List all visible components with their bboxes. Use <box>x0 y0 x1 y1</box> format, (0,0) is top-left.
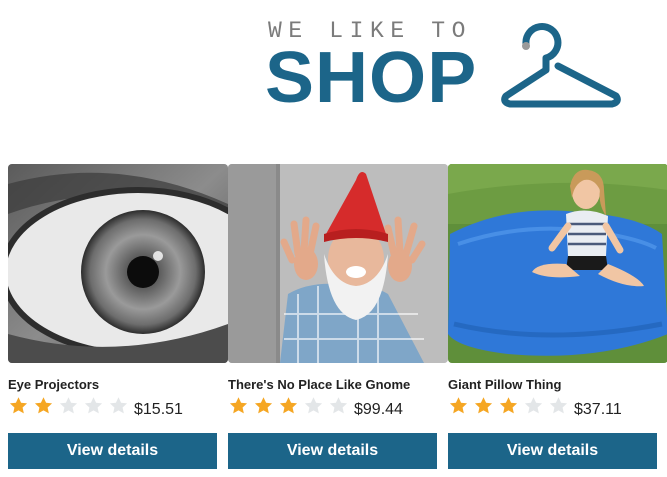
view-details-button[interactable]: View details <box>8 433 217 469</box>
giant-pillow-photo <box>448 164 667 363</box>
star-filled-icon <box>448 396 473 420</box>
product-rating: $15.51 <box>8 396 183 420</box>
star-empty-icon <box>548 396 573 420</box>
gnome-costume-photo <box>228 164 448 363</box>
product-list: Eye Projectors $15.51 View details There… <box>0 164 667 474</box>
product-card[interactable]: Eye Projectors $15.51 View details <box>8 164 228 474</box>
product-image[interactable] <box>228 164 448 363</box>
product-card[interactable]: There's No Place Like Gnome $99.44 View … <box>228 164 448 474</box>
star-filled-icon <box>228 396 253 420</box>
view-details-button[interactable]: View details <box>448 433 657 469</box>
view-details-button[interactable]: View details <box>228 433 437 469</box>
product-price: $99.44 <box>354 401 403 418</box>
star-empty-icon <box>523 396 548 420</box>
star-empty-icon <box>328 396 353 420</box>
product-image[interactable] <box>448 164 667 363</box>
star-filled-icon <box>498 396 523 420</box>
product-price: $15.51 <box>134 401 183 418</box>
product-rating: $99.44 <box>228 396 403 420</box>
hanger-icon <box>501 23 621 108</box>
eye-closeup-photo <box>8 164 228 363</box>
star-filled-icon <box>253 396 278 420</box>
shop-logo[interactable]: WE LIKE TO SHOP <box>265 18 628 118</box>
star-filled-icon <box>473 396 498 420</box>
star-empty-icon <box>303 396 328 420</box>
product-image[interactable] <box>8 164 228 363</box>
logo-brand: SHOP <box>265 38 478 118</box>
star-empty-icon <box>83 396 108 420</box>
product-name[interactable]: Giant Pillow Thing <box>448 377 666 392</box>
star-filled-icon <box>278 396 303 420</box>
product-card[interactable]: Giant Pillow Thing $37.11 View details <box>448 164 667 474</box>
product-rating: $37.11 <box>448 396 622 420</box>
star-filled-icon <box>33 396 58 420</box>
star-filled-icon <box>8 396 33 420</box>
product-name[interactable]: Eye Projectors <box>8 377 226 392</box>
star-empty-icon <box>58 396 83 420</box>
star-empty-icon <box>108 396 133 420</box>
product-name[interactable]: There's No Place Like Gnome <box>228 377 446 392</box>
product-price: $37.11 <box>574 401 622 418</box>
